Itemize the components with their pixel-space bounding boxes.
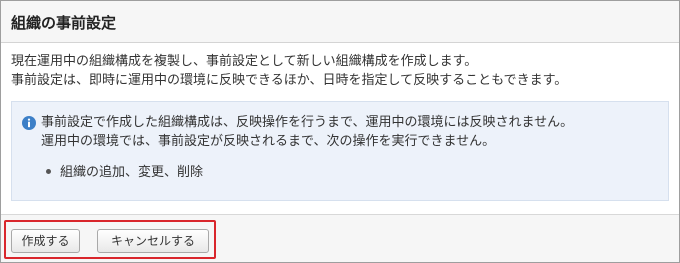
description-line: 事前設定は、即時に運用中の環境に反映できるほか、日時を指定して反映することもでき… [11,73,568,88]
info-line: 運用中の環境では、事前設定が反映されるまで、次の操作を実行できません。 [41,134,496,149]
description: 現在運用中の組織構成を複製し、事前設定として新しい組織構成を作成します。 事前設… [11,52,567,90]
title-bar: 組織の事前設定 [1,1,679,43]
bullet-text: 組織の追加、変更、削除 [60,165,204,180]
page-title: 組織の事前設定 [11,14,117,32]
info-box: 事前設定で作成した組織構成は、反映操作を行うまで、運用中の環境には反映されません… [11,101,669,201]
info-line: 事前設定で作成した組織構成は、反映操作を行うまで、運用中の環境には反映されません… [41,115,574,130]
description-line: 現在運用中の組織構成を複製し、事前設定として新しい組織構成を作成します。 [11,54,478,69]
cancel-button[interactable]: キャンセルする [97,229,209,253]
info-text: 事前設定で作成した組織構成は、反映操作を行うまで、運用中の環境には反映されません… [41,113,573,151]
bullet-icon [46,169,51,174]
bullet-item: 組織の追加、変更、削除 [46,163,203,182]
create-button[interactable]: 作成する [11,229,80,253]
dialog-frame: 組織の事前設定 現在運用中の組織構成を複製し、事前設定として新しい組織構成を作成… [0,0,680,263]
info-icon [22,116,36,130]
